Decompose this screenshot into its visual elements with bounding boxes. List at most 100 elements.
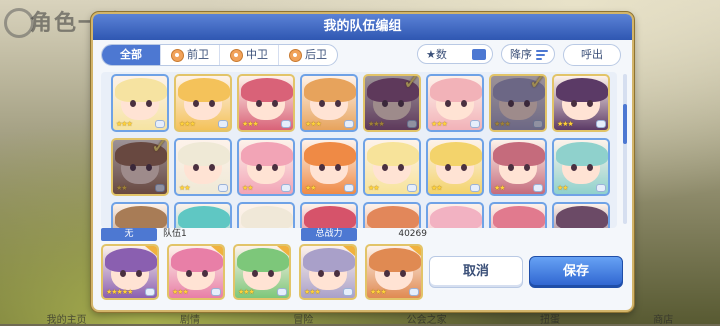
rank-icon <box>281 120 291 128</box>
star-rating: ★★★ <box>172 288 189 296</box>
character-card[interactable]: ★★ <box>363 138 421 196</box>
rank-icon <box>155 120 165 128</box>
portrait-eye <box>571 100 577 107</box>
character-card[interactable] <box>111 202 169 228</box>
portrait-eye <box>398 100 404 107</box>
rank-icon <box>533 120 543 128</box>
character-card[interactable]: ★★ <box>300 138 358 196</box>
character-card[interactable] <box>237 202 295 228</box>
character-card[interactable]: ★★★ <box>426 74 484 132</box>
star-rating: ★★★ <box>304 288 321 296</box>
character-card[interactable]: ★★★ <box>300 74 358 132</box>
star-rating: ★★ <box>179 184 191 192</box>
bottom-nav-item[interactable]: 我的主页 <box>47 310 87 326</box>
bottom-nav-item[interactable]: 商店 <box>653 310 673 326</box>
rank-icon <box>470 184 480 192</box>
portrait-eye <box>193 164 199 171</box>
character-grid[interactable]: ★★★ ★★★ ★★★ ★★★ ★★★ ✓ ★★★ ★★★ ✓ ★★★ ★★ ✓ ★★ ★★ ★★ ★★ ★★ ★… <box>101 72 617 228</box>
total-power-label: 总战力 <box>301 228 357 241</box>
bottom-nav-item[interactable]: 冒险 <box>293 310 313 326</box>
star-rating: ★★★ <box>431 120 448 128</box>
team-slot-card[interactable]: ★★★ <box>233 244 291 300</box>
portrait-hair <box>430 206 482 228</box>
portrait-hair <box>367 206 419 228</box>
sort-order-button[interactable]: 降序 <box>501 44 555 64</box>
tab-label: 前卫 <box>187 48 209 61</box>
position-icon <box>289 48 302 62</box>
rank-icon <box>596 120 606 128</box>
star-rating: ★★ <box>116 184 128 192</box>
character-card[interactable]: ★★★ ✓ <box>489 74 547 132</box>
rank-icon <box>344 184 354 192</box>
tab-back[interactable]: 后卫 <box>278 45 337 65</box>
star-rating: ★★ <box>368 184 380 192</box>
character-card[interactable]: ★★ <box>237 138 295 196</box>
tab-all[interactable]: 全部 <box>102 45 160 65</box>
portrait-hair <box>304 78 356 102</box>
portrait-eye <box>398 164 404 171</box>
character-card[interactable] <box>426 202 484 228</box>
scrollbar[interactable] <box>623 74 627 224</box>
portrait-hair <box>115 206 167 228</box>
portrait-hair <box>304 206 356 228</box>
character-card[interactable]: ★★ <box>489 138 547 196</box>
rank-icon <box>155 184 165 192</box>
character-card[interactable] <box>363 202 421 228</box>
portrait-hair <box>493 78 545 102</box>
portrait-eye <box>382 100 388 107</box>
portrait-eye <box>445 100 451 107</box>
rank-icon <box>470 120 480 128</box>
tab-middle[interactable]: 中卫 <box>219 45 278 65</box>
team-edit-dialog: 我的队伍编组 全部 前卫 中卫 后卫 ★数 降序 呼出 ★★★ ★★★ ★★★ ★★★… <box>91 12 634 312</box>
character-card[interactable] <box>300 202 358 228</box>
portrait-hair <box>241 206 293 228</box>
tab-front[interactable]: 前卫 <box>160 45 219 65</box>
portrait-eye <box>587 100 593 107</box>
character-card[interactable]: ★★ <box>426 138 484 196</box>
cancel-button[interactable]: 取消 <box>429 256 523 288</box>
character-card[interactable] <box>174 202 232 228</box>
sort-label: 降序 <box>510 48 532 61</box>
portrait-hair <box>178 142 230 166</box>
star-filter-button[interactable]: ★数 <box>417 44 493 64</box>
character-card[interactable]: ★★★ <box>552 74 610 132</box>
dialog-title: 我的队伍编组 <box>93 14 632 40</box>
character-card[interactable]: ★★★ <box>111 74 169 132</box>
team-name: 队伍1 <box>163 229 187 239</box>
portrait-eye <box>146 100 152 107</box>
team-slot-card[interactable]: ★★★★★ <box>101 244 159 300</box>
character-card[interactable]: ★★ <box>552 138 610 196</box>
character-card[interactable] <box>489 202 547 228</box>
portrait-eye <box>268 270 274 277</box>
star-rating: ★★★★★ <box>106 288 133 296</box>
portrait-eye <box>209 164 215 171</box>
rank-icon <box>211 288 221 296</box>
character-card[interactable]: ★★★ <box>174 74 232 132</box>
team-slot-card[interactable]: ★★★ <box>299 244 357 300</box>
rank-icon <box>596 184 606 192</box>
character-card[interactable]: ★★ <box>174 138 232 196</box>
star-rating: ★★ <box>431 184 443 192</box>
character-card[interactable] <box>552 202 610 228</box>
call-out-button[interactable]: 呼出 <box>563 44 621 66</box>
portrait-eye <box>146 164 152 171</box>
portrait-hair <box>303 248 355 272</box>
bottom-nav-item[interactable]: 剧情 <box>180 310 200 326</box>
bottom-nav-item[interactable]: 扭蛋 <box>540 310 560 326</box>
portrait-eye <box>587 164 593 171</box>
character-card[interactable]: ★★★ ✓ <box>363 74 421 132</box>
bottom-nav-item[interactable]: 公会之家 <box>407 310 447 326</box>
portrait-eye <box>186 270 192 277</box>
portrait-eye <box>508 164 514 171</box>
character-card[interactable]: ★★★ <box>237 74 295 132</box>
portrait-hair <box>367 142 419 166</box>
save-button[interactable]: 保存 <box>529 256 623 288</box>
team-slot-card[interactable]: ★★★ <box>167 244 225 300</box>
character-card[interactable]: ★★ ✓ <box>111 138 169 196</box>
portrait-eye <box>130 100 136 107</box>
team-slot-card[interactable]: ★★★ <box>365 244 423 300</box>
portrait-eye <box>272 164 278 171</box>
scroll-thumb[interactable] <box>623 104 627 144</box>
team-tag: 无 <box>101 228 157 241</box>
star-rating: ★★★ <box>368 120 385 128</box>
